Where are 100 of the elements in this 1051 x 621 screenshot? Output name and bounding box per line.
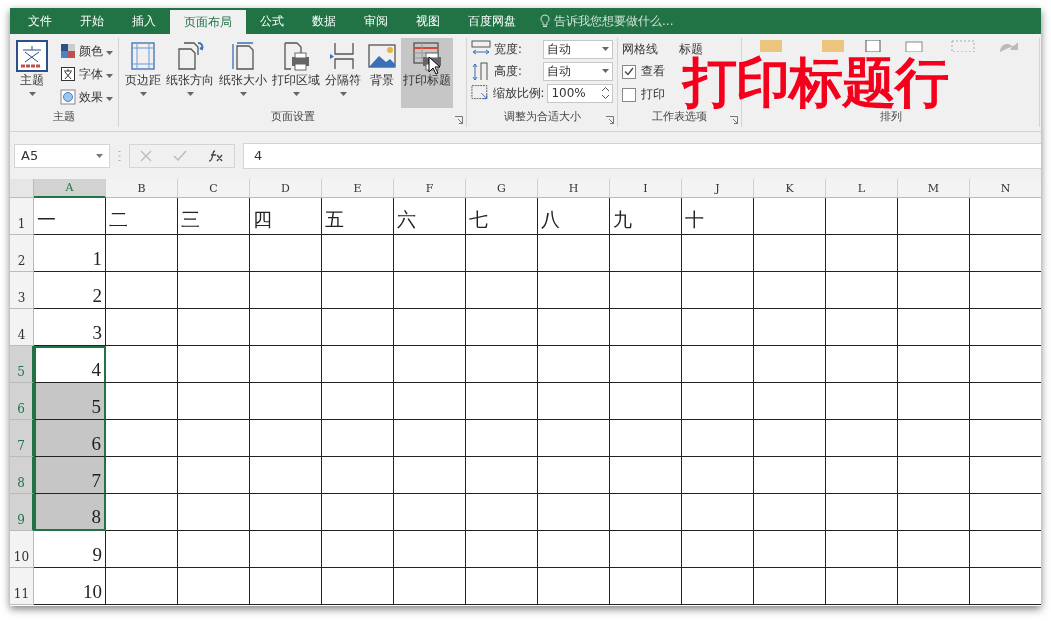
checkbox[interactable]	[622, 87, 636, 102]
ribbon-tab[interactable]: 插入	[118, 8, 170, 34]
function-icon[interactable]	[207, 148, 224, 163]
table-cell	[394, 531, 466, 568]
column-header[interactable]: G	[466, 179, 538, 198]
table-cell	[826, 235, 898, 272]
table-cell	[322, 309, 394, 346]
table-cell	[106, 383, 178, 420]
column-header[interactable]: M	[898, 179, 970, 198]
page-setup-button[interactable]: 打印区域	[270, 38, 322, 108]
caption: 打印标题行	[683, 56, 948, 110]
row-header[interactable]: 8	[10, 457, 34, 494]
column-header[interactable]: K	[754, 179, 826, 198]
page-setup-button[interactable]: 打印标题	[401, 38, 453, 108]
column-header[interactable]: D	[250, 179, 322, 198]
table-cell	[826, 309, 898, 346]
row-header[interactable]: 9	[10, 494, 34, 531]
dialog-launcher-icon[interactable]	[455, 116, 463, 124]
group-label: 工作表选项	[652, 110, 707, 124]
dialog-launcher-icon[interactable]	[606, 116, 614, 124]
theme-option-button[interactable]: 效果	[60, 87, 113, 107]
scale-icon	[471, 84, 490, 102]
column-header[interactable]: L	[826, 179, 898, 198]
column-header[interactable]: C	[178, 179, 250, 198]
tell-me-field[interactable]: 告诉我您想要做什么...	[554, 12, 674, 30]
ribbon-tab[interactable]: 公式	[246, 8, 298, 34]
row-header[interactable]: 11	[10, 568, 34, 605]
table-cell	[250, 531, 322, 568]
table-cell	[754, 420, 826, 457]
row-header[interactable]: 2	[10, 235, 34, 272]
table-cell	[466, 383, 538, 420]
table-cell	[466, 235, 538, 272]
column-header[interactable]: F	[394, 179, 466, 198]
row-header[interactable]: 6	[10, 383, 34, 420]
table-cell	[106, 235, 178, 272]
table-cell	[898, 198, 970, 235]
column-header[interactable]: B	[106, 179, 178, 198]
theme-option-button[interactable]: 字体	[60, 64, 113, 84]
theme-option-button[interactable]: 颜色	[60, 41, 113, 61]
table-cell	[250, 272, 322, 309]
caret-icon	[106, 50, 113, 55]
table-cell	[610, 457, 682, 494]
column-header[interactable]: J	[682, 179, 754, 198]
ribbon-tab[interactable]: 文件	[14, 8, 66, 34]
table-cell	[250, 420, 322, 457]
page-setup-button[interactable]: 页边距	[123, 38, 163, 108]
lightbulb-icon	[540, 14, 550, 28]
ribbon-tab[interactable]: 数据	[298, 8, 350, 34]
name-box[interactable]: A5	[14, 143, 110, 168]
checkbox[interactable]	[622, 64, 636, 79]
table-cell	[250, 494, 322, 531]
column-header[interactable]: N	[970, 179, 1041, 198]
ribbon-tab[interactable]: 页面布局	[170, 10, 246, 34]
dropdown-field[interactable]: 自动	[543, 61, 613, 81]
table-cell	[106, 272, 178, 309]
row-header[interactable]: 10	[10, 531, 34, 568]
page-setup-button[interactable]: 纸张大小	[217, 38, 269, 108]
table-cell: 4	[34, 346, 106, 383]
ribbon-tab[interactable]: 开始	[66, 8, 118, 34]
row-header[interactable]: 1	[10, 198, 34, 235]
table-cell: 8	[34, 494, 106, 531]
table-cell	[394, 309, 466, 346]
table-cell: 五	[322, 198, 394, 235]
column-header[interactable]: A	[34, 179, 106, 198]
ribbon-tab[interactable]: 视图	[402, 8, 454, 34]
page-setup-button[interactable]: 纸张方向	[164, 38, 216, 108]
table-cell	[322, 346, 394, 383]
ribbon-tab[interactable]: 百度网盘	[454, 8, 530, 34]
column-header[interactable]: E	[322, 179, 394, 198]
table-cell	[682, 457, 754, 494]
table-cell	[754, 198, 826, 235]
caret-icon	[106, 96, 113, 101]
formula-field[interactable]: 4	[243, 142, 1041, 169]
table-cell	[898, 457, 970, 494]
field-label: 宽度:	[494, 41, 522, 57]
table-cell	[826, 383, 898, 420]
table-cell	[178, 420, 250, 457]
row-header[interactable]: 7	[10, 420, 34, 457]
table-cell: 七	[466, 198, 538, 235]
table-cell	[178, 272, 250, 309]
page-setup-button[interactable]: 分隔符	[323, 38, 363, 108]
column-header[interactable]: H	[538, 179, 610, 198]
column-header[interactable]: I	[610, 179, 682, 198]
table-cell	[682, 383, 754, 420]
table-cell	[322, 457, 394, 494]
table-cell	[106, 457, 178, 494]
dropdown-field[interactable]: 自动	[543, 39, 613, 59]
row-header[interactable]: 5	[10, 346, 34, 383]
table-cell	[394, 346, 466, 383]
row-header[interactable]: 4	[10, 309, 34, 346]
ribbon-tab[interactable]: 审阅	[350, 8, 402, 34]
spinner-icon	[602, 87, 609, 99]
spin-field[interactable]: 100%	[547, 83, 613, 103]
row-header[interactable]: 3	[10, 272, 34, 309]
themes-button[interactable]: 主题	[14, 38, 50, 108]
effects-icon	[60, 89, 76, 105]
page-setup-button[interactable]: 背景	[364, 38, 400, 108]
table-cell	[826, 531, 898, 568]
group-label: 主题	[53, 109, 75, 124]
dialog-launcher-icon[interactable]	[730, 116, 738, 124]
